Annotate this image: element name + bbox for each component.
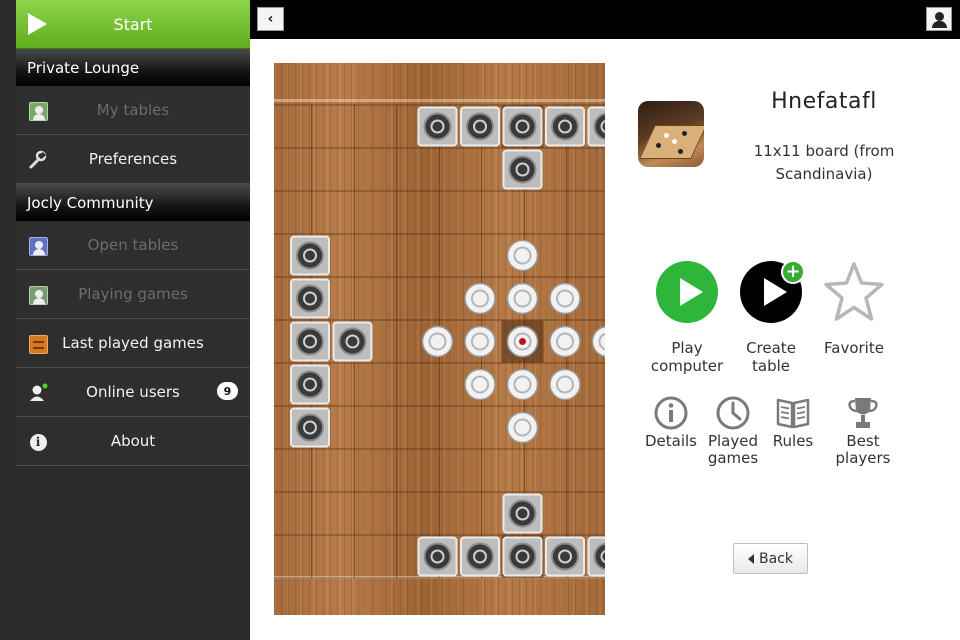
sidebar-item-label: My tables [96, 101, 170, 119]
game-subtitle: 11x11 board (from Scandinavia) [753, 142, 895, 183]
sidebar-item-label: Last played games [62, 334, 204, 352]
defender-piece [506, 282, 539, 315]
star-icon [823, 261, 885, 323]
back-nav-button[interactable]: ‹ [257, 7, 284, 31]
sidebar-item-my-tables[interactable]: My tables [16, 86, 250, 135]
info-icon [653, 395, 689, 431]
details-label: Details [644, 432, 697, 450]
sidebar-item-label: Playing games [78, 285, 188, 303]
defender-piece [549, 368, 581, 401]
online-users-badge: 9 [217, 382, 238, 400]
play-icon [28, 13, 47, 35]
defender-piece [464, 282, 496, 315]
sidebar-item-open-tables[interactable]: Open tables [16, 221, 250, 270]
defender-piece [421, 325, 454, 358]
defender-piece [464, 368, 496, 401]
book-icon [775, 395, 811, 431]
game-board-preview [274, 63, 605, 615]
drawer-icon [28, 334, 48, 354]
defender-piece [506, 239, 539, 272]
trophy-icon [845, 395, 881, 431]
best-players-label: Best players [835, 432, 891, 467]
menu-list: Start Private Lounge My tables Preferenc… [16, 0, 250, 466]
sidebar-item-label: About [110, 432, 156, 450]
game-title: Hnefatafl [771, 89, 877, 114]
rules-label: Rules [772, 432, 814, 450]
defender-piece [506, 411, 539, 444]
plus-icon: + [781, 260, 805, 284]
back-button[interactable]: Back [733, 543, 808, 574]
sidebar-item-label: Open tables [87, 236, 179, 254]
board-grid [274, 99, 605, 579]
favorite-label: Favorite [824, 339, 884, 357]
play-computer-button[interactable]: Play computer [648, 261, 726, 375]
sidebar-item-playing-games[interactable]: Playing games [16, 270, 250, 319]
defender-piece [549, 282, 581, 315]
sidebar-item-label: Preferences [88, 150, 178, 168]
start-label: Start [113, 14, 153, 34]
game-thumbnail [638, 101, 704, 167]
playing-games-icon [28, 285, 48, 305]
played-games-label: Played games [707, 432, 759, 467]
tables-icon [28, 101, 48, 121]
king-marker [519, 338, 526, 345]
chevron-left-icon: ‹ [267, 11, 274, 27]
game-detail-panel: Hnefatafl 11x11 board (from Scandinavia)… [250, 39, 960, 640]
info-icon: i [28, 432, 48, 452]
sidebar-item-online-users[interactable]: Online users 9 [16, 368, 250, 417]
sidebar-item-preferences[interactable]: Preferences [16, 135, 250, 184]
played-games-button[interactable]: Played games [702, 395, 764, 467]
create-table-label: Create table [746, 339, 796, 375]
back-label: Back [759, 550, 793, 567]
play-computer-label: Play computer [650, 339, 724, 375]
top-bar: ‹ [250, 0, 960, 39]
best-players-button[interactable]: Best players [828, 395, 898, 467]
defender-piece [549, 325, 581, 358]
back-arrow-icon [748, 553, 754, 564]
section-header-private-lounge: Private Lounge [16, 49, 250, 86]
open-tables-icon [28, 236, 48, 256]
play-icon [656, 261, 718, 323]
sidebar-item-label: Online users [86, 383, 180, 401]
details-button[interactable]: Details [642, 395, 700, 450]
defender-piece [506, 368, 539, 401]
rules-button[interactable]: Rules [768, 395, 818, 450]
sidebar-item-last-played-games[interactable]: Last played games [16, 319, 250, 368]
sidebar: Start Private Lounge My tables Preferenc… [0, 0, 250, 640]
user-account-button[interactable] [926, 7, 952, 31]
section-header-jocly-community: Jocly Community [16, 184, 250, 221]
favorite-button[interactable]: Favorite [814, 261, 894, 357]
clock-icon [715, 395, 751, 431]
defender-piece [464, 325, 496, 358]
user-online-icon [28, 383, 48, 403]
create-table-button[interactable]: + Create table [732, 260, 810, 375]
sidebar-item-about[interactable]: i About [16, 417, 250, 466]
wrench-icon [28, 150, 48, 170]
create-table-icon: + [740, 260, 805, 323]
start-button[interactable]: Start [16, 0, 250, 49]
